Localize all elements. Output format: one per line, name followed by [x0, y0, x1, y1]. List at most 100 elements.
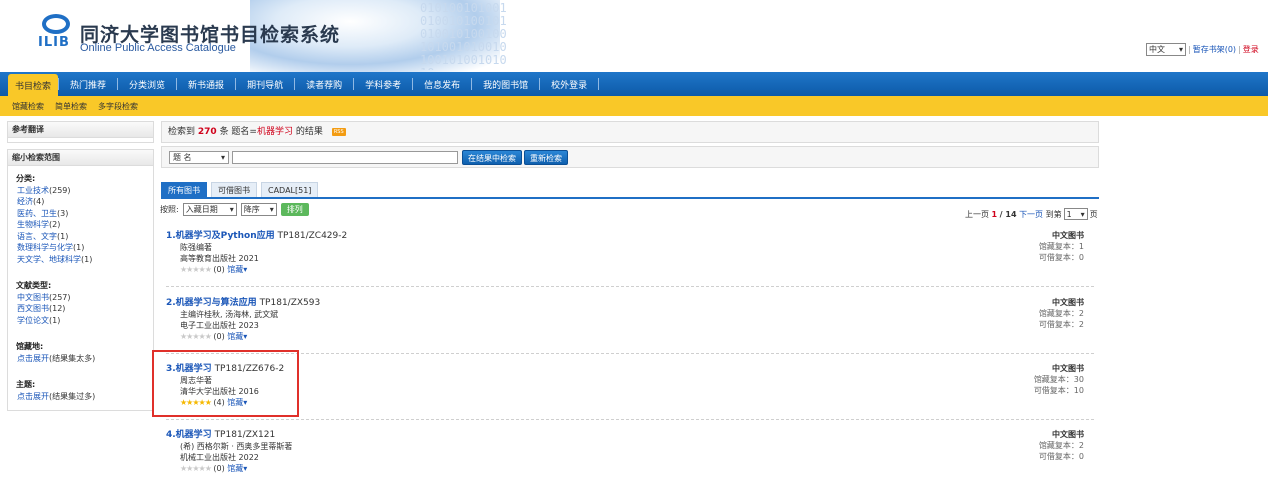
caret-down-icon[interactable]: ▾	[243, 464, 247, 473]
facet-item[interactable]: 天文学、地球科学(1)	[16, 254, 153, 266]
sort-button[interactable]: 排列	[280, 203, 309, 216]
nav-item-journals[interactable]: 期刊导航	[236, 72, 294, 96]
nav-item-catalog-search[interactable]: 书目检索	[8, 74, 59, 96]
subnav-simple-search[interactable]: 简单检索	[55, 101, 87, 112]
rating-count: (0)	[213, 265, 225, 274]
facet-item[interactable]: 生物科学(2)	[16, 219, 153, 231]
holdings-count: 馆藏复本：1	[1038, 242, 1084, 251]
nav-item-offcampus-login[interactable]: 校外登录	[540, 72, 598, 96]
facet-link[interactable]: 学位论文	[16, 316, 49, 325]
result-publisher: 高等教育出版社 2021	[180, 254, 259, 263]
caret-down-icon[interactable]: ▾	[243, 265, 247, 274]
facet-item[interactable]: 医药、卫生(3)	[16, 208, 153, 220]
facet-link[interactable]: 语言、文字	[16, 232, 57, 241]
rating-count: (0)	[213, 464, 225, 473]
summary-suffix: 的结果	[295, 127, 323, 137]
sort-field-select[interactable]: 入藏日期 ▾	[182, 203, 237, 216]
result-title-line: 2.机器学习与算法应用 TP181/ZX593	[166, 297, 1094, 309]
facet-item[interactable]: 经济(4)	[16, 196, 153, 208]
next-page-link[interactable]: 下一页	[1019, 209, 1043, 220]
chevron-down-icon: ▾	[1080, 209, 1085, 219]
summary-mid: 条 题名=	[219, 127, 257, 137]
rating-stars-icon: ★★★★★	[180, 265, 212, 274]
holdings-count: 馆藏复本：2	[1038, 441, 1084, 450]
sub-nav: 馆藏检索 简单检索 多字段检索	[0, 96, 1268, 116]
page-header: 0101001010010100101001010100101001001010…	[0, 0, 1268, 72]
facet-expand-link[interactable]: 点击展开	[16, 392, 49, 401]
subnav-multi-field-search[interactable]: 多字段检索	[98, 101, 138, 112]
facet-item[interactable]: 语言、文字(1)	[16, 231, 153, 243]
facet-item[interactable]: 数理科学与化学(1)	[16, 242, 153, 254]
tab-cadal[interactable]: CADAL[51]	[261, 182, 319, 197]
result-title-link[interactable]: 2.机器学习与算法应用	[166, 298, 257, 308]
result-title-line: 1.机器学习及Python应用 TP181/ZC429-2	[166, 230, 1094, 242]
rss-icon[interactable]: RSS	[331, 127, 346, 136]
holdings-toggle-link[interactable]: 馆藏	[227, 464, 243, 473]
result-title-line: 3.机器学习 TP181/ZZ676-2	[166, 363, 1094, 375]
facet-group-title: 主题:	[16, 380, 36, 389]
nav-item-recommend[interactable]: 读者荐购	[295, 72, 353, 96]
result-holdings-info: 中文图书 馆藏复本：30 可借复本：10	[1034, 363, 1084, 396]
search-input[interactable]	[232, 151, 458, 164]
facet-count: (1)	[57, 231, 69, 241]
result-author: (希) 西格尔斯 · 西奥多里蒂斯著	[180, 442, 293, 451]
facet-item[interactable]: 工业技术(259)	[16, 185, 153, 197]
facet-count: (259)	[49, 185, 71, 195]
language-select[interactable]: 中文 ▾	[1146, 43, 1186, 56]
nav-item-news[interactable]: 信息发布	[413, 72, 471, 96]
facet-link[interactable]: 中文图书	[16, 293, 49, 302]
facet-link[interactable]: 数理科学与化学	[16, 243, 73, 252]
page-unit: 页	[1089, 209, 1098, 219]
holdings-count: 馆藏复本：30	[1033, 375, 1084, 384]
search-field-select[interactable]: 题 名 ▾	[169, 151, 229, 164]
rating-count: (0)	[213, 332, 225, 341]
bookshelf-link[interactable]: 暂存书架(0)	[1193, 44, 1236, 55]
nav-item-hot[interactable]: 热门推荐	[59, 72, 117, 96]
facet-expand-link[interactable]: 点击展开	[16, 354, 49, 363]
tab-available-books[interactable]: 可借图书	[211, 182, 257, 197]
result-count: 270	[197, 127, 217, 137]
facet-item[interactable]: 点击展开(结果集太多)	[16, 353, 153, 365]
result-item: 1.机器学习及Python应用 TP181/ZC429-2 陈强编著 高等教育出…	[166, 230, 1094, 286]
facet-group-title: 馆藏地:	[16, 342, 44, 351]
search-within-results-button[interactable]: 在结果中检索	[462, 150, 522, 165]
page-select[interactable]: 1 ▾	[1063, 208, 1088, 220]
sort-order-value: 降序	[243, 205, 260, 214]
facet-link[interactable]: 工业技术	[16, 186, 49, 195]
facet-count: (12)	[49, 304, 66, 313]
nav-item-browse[interactable]: 分类浏览	[118, 72, 176, 96]
tab-all-books[interactable]: 所有图书	[161, 182, 207, 197]
facet-link[interactable]: 医药、卫生	[16, 209, 57, 218]
subnav-holdings-search[interactable]: 馆藏检索	[12, 101, 44, 112]
holdings-toggle-link[interactable]: 馆藏	[227, 332, 243, 341]
result-title-link[interactable]: 4.机器学习	[166, 430, 212, 440]
nav-item-my-library[interactable]: 我的图书馆	[472, 72, 539, 96]
result-author: 周志华著	[180, 376, 212, 385]
new-search-button[interactable]: 重新检索	[524, 150, 568, 165]
sort-field-value: 入藏日期	[185, 205, 218, 214]
facet-item[interactable]: 中文图书(257)	[16, 292, 153, 304]
result-title-link[interactable]: 1.机器学习及Python应用	[166, 231, 275, 241]
caret-down-icon[interactable]: ▾	[243, 332, 247, 341]
search-keyword: 机器学习	[256, 127, 293, 137]
call-number: TP181/ZX593	[259, 298, 321, 308]
prev-page-link[interactable]: 上一页	[965, 209, 989, 220]
result-author: 陈强编著	[180, 243, 212, 252]
nav-item-subjects[interactable]: 学科参考	[354, 72, 412, 96]
facet-item[interactable]: 西文图书(12)	[16, 303, 153, 315]
facet-item[interactable]: 点击展开(结果集过多)	[16, 391, 153, 403]
facet-link[interactable]: 生物科学	[16, 220, 49, 229]
facet-item[interactable]: 学位论文(1)	[16, 315, 153, 327]
sort-order-select[interactable]: 降序 ▾	[240, 203, 277, 216]
login-link[interactable]: 登录	[1243, 44, 1259, 55]
chevron-down-icon: ▾	[229, 205, 234, 214]
holdings-toggle-link[interactable]: 馆藏	[227, 265, 243, 274]
facet-link[interactable]: 经济	[16, 197, 33, 206]
result-publisher: 电子工业出版社 2023	[180, 321, 259, 330]
nav-item-new-books[interactable]: 新书通报	[177, 72, 235, 96]
sort-bar: 按照: 入藏日期 ▾ 降序 ▾ 排列	[160, 203, 309, 216]
total-pages: / 14	[999, 209, 1017, 219]
facet-link[interactable]: 西文图书	[16, 304, 49, 313]
result-author: 主编许桂秋, 汤海林, 武文斌	[180, 310, 279, 319]
facet-link[interactable]: 天文学、地球科学	[16, 255, 81, 264]
